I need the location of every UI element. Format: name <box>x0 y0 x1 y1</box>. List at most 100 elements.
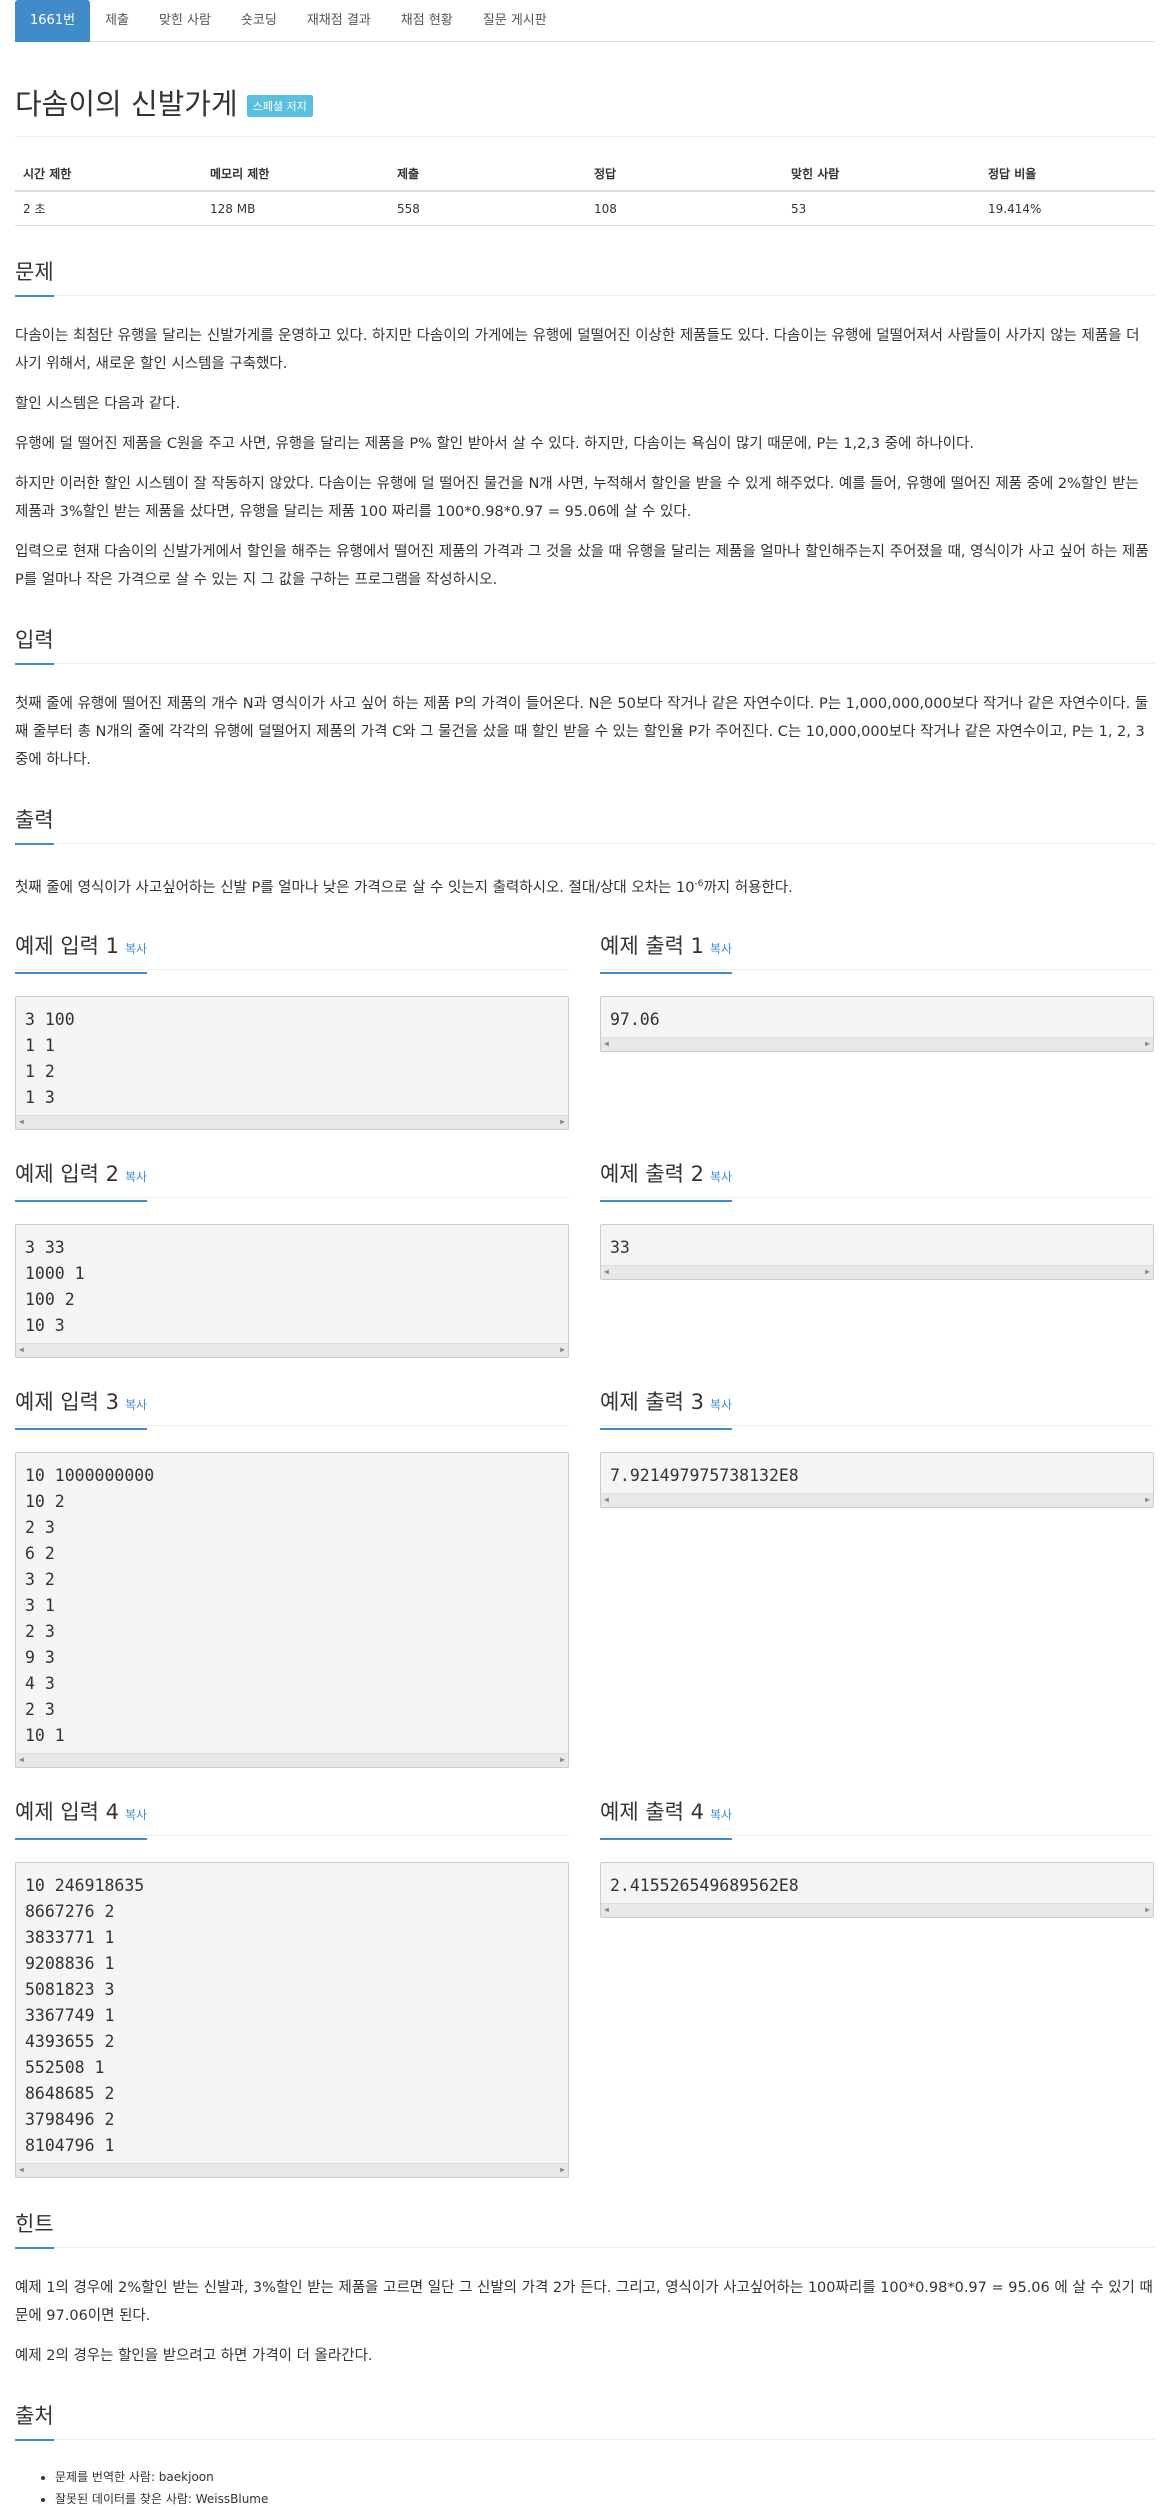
tab-rejudge-results[interactable]: 재채점 결과 <box>292 0 386 42</box>
sample-input-line: 8648685 2 <box>25 2083 115 2103</box>
sample-input-title-text: 예제 입력 4 <box>15 1799 119 1824</box>
scroll-right-icon[interactable]: ▶ <box>1145 1259 1150 1285</box>
sample-input-box[interactable]: 3 33 1000 1 100 2 10 3 ◀ ▶ <box>15 1223 569 1358</box>
sample-input-title: 예제 입력 1 복사 <box>15 930 148 974</box>
scroll-right-icon[interactable]: ▶ <box>560 2157 565 2183</box>
info-accepted: 108 <box>586 191 783 226</box>
sample-input-line: 3 2 <box>25 1569 55 1589</box>
copy-input-button[interactable]: 복사 <box>125 1170 147 1184</box>
tab-short-coding[interactable]: 숏코딩 <box>226 0 292 42</box>
output-text-after: 까지 허용한다. <box>703 879 793 896</box>
sample-input-lines: 10 246918635 8667276 2 3833771 1 9208836 1 5… <box>16 1863 568 2163</box>
source-item: 잘못된 데이터를 찾은 사람: WeissBlume <box>55 2488 1155 2510</box>
copy-output-button[interactable]: 복사 <box>710 1398 732 1412</box>
sample-input-line: 4393655 2 <box>25 2031 115 2051</box>
sample-output-box[interactable]: 7.921497975738132E8 ◀ ▶ <box>600 1451 1154 1508</box>
sample-output-lines: 33 <box>601 1225 1153 1265</box>
info-header-solved-users: 맞힌 사람 <box>783 157 980 192</box>
sample-output-box[interactable]: 2.415526549689562E8 ◀ ▶ <box>600 1861 1154 1918</box>
copy-output-button[interactable]: 복사 <box>710 1170 732 1184</box>
horizontal-scrollbar[interactable]: ◀ ▶ <box>601 1264 1153 1279</box>
sample-input-line: 3833771 1 <box>25 1927 115 1947</box>
sample-input-title: 예제 입력 3 복사 <box>15 1386 148 1430</box>
sample-input-title: 예제 입력 2 복사 <box>15 1158 148 1202</box>
horizontal-scrollbar[interactable]: ◀ ▶ <box>16 1342 568 1357</box>
sample-output-title-text: 예제 출력 4 <box>600 1799 704 1824</box>
sample-input-line: 3 33 <box>25 1237 65 1257</box>
horizontal-scrollbar[interactable]: ◀ ▶ <box>601 1036 1153 1051</box>
sample-input-line: 8667276 2 <box>25 1901 115 1921</box>
sample-input-box[interactable]: 10 1000000000 10 2 2 3 6 2 3 2 3 1 2 3 9 3 4 3 2 … <box>15 1451 569 1768</box>
scroll-right-icon[interactable]: ▶ <box>1145 1487 1150 1513</box>
sample-input-title-text: 예제 입력 2 <box>15 1161 119 1186</box>
sample-output-column: 예제 출력 3 복사 7.921497975738132E8 ◀ ▶ <box>600 1358 1154 1768</box>
input-section-headline: 입력 <box>15 624 1155 665</box>
hint-section-title: 힌트 <box>15 2208 54 2249</box>
info-header-submissions: 제출 <box>389 157 586 192</box>
scroll-left-icon[interactable]: ◀ <box>604 1031 609 1057</box>
title-row: 다솜이의 신발가게 스페셜 저지 <box>15 80 1155 137</box>
problem-section-headline: 문제 <box>15 256 1155 297</box>
info-memory-limit: 128 MB <box>202 191 389 226</box>
sample-input-column: 예제 입력 2 복사 3 33 1000 1 100 2 10 3 ◀ ▶ <box>15 1130 569 1358</box>
sample-input-title: 예제 입력 4 복사 <box>15 1796 148 1840</box>
scroll-left-icon[interactable]: ◀ <box>604 1897 609 1923</box>
sample-input-column: 예제 입력 1 복사 3 100 1 1 1 2 1 3 ◀ ▶ <box>15 902 569 1130</box>
scroll-right-icon[interactable]: ▶ <box>1145 1031 1150 1057</box>
copy-output-button[interactable]: 복사 <box>710 942 732 956</box>
sample-output-line: 2.415526549689562E8 <box>610 1875 799 1895</box>
tab-judge-status[interactable]: 채점 현황 <box>386 0 468 42</box>
copy-input-button[interactable]: 복사 <box>125 1398 147 1412</box>
sample-input-line: 1 1 <box>25 1035 55 1055</box>
horizontal-scrollbar[interactable]: ◀ ▶ <box>601 1902 1153 1917</box>
sample-input-box[interactable]: 3 100 1 1 1 2 1 3 ◀ ▶ <box>15 995 569 1130</box>
sample-input-line: 100 2 <box>25 1289 75 1309</box>
output-description: 첫째 줄에 영식이가 사고싶어하는 신발 P를 얼마나 낮은 가격으로 살 수 … <box>15 870 1155 902</box>
sample-input-line: 10 3 <box>25 1315 65 1335</box>
scroll-left-icon[interactable]: ◀ <box>19 2157 24 2183</box>
problem-tabs: 1661번 제출 맞힌 사람 숏코딩 재채점 결과 채점 현황 질문 게시판 <box>15 0 1155 42</box>
sample-output-lines: 2.415526549689562E8 <box>601 1863 1153 1903</box>
copy-output-button[interactable]: 복사 <box>710 1808 732 1822</box>
problem-paragraph: 입력으로 현재 다솜이의 신발가게에서 할인을 해주는 유행에서 떨어진 제품의… <box>15 544 1149 588</box>
sample-output-title: 예제 출력 1 복사 <box>600 930 733 974</box>
sample-input-box[interactable]: 10 246918635 8667276 2 3833771 1 9208836 1 5… <box>15 1861 569 2178</box>
problem-paragraph: 하지만 이러한 할인 시스템이 잘 작동하지 않았다. 다솜이는 유행에 덜 떨… <box>15 476 1139 520</box>
horizontal-scrollbar[interactable]: ◀ ▶ <box>16 1114 568 1129</box>
special-judge-badge[interactable]: 스페셜 저지 <box>246 95 313 117</box>
scroll-left-icon[interactable]: ◀ <box>604 1487 609 1513</box>
source-item: 문제를 번역한 사람: baekjoon <box>55 2466 1155 2488</box>
sample-input-line: 9 3 <box>25 1647 55 1667</box>
sample-output-box[interactable]: 33 ◀ ▶ <box>600 1223 1154 1280</box>
tab-solved-users[interactable]: 맞힌 사람 <box>144 0 226 42</box>
sample-input-line: 10 2 <box>25 1491 65 1511</box>
sample-output-box[interactable]: 97.06 ◀ ▶ <box>600 995 1154 1052</box>
sample-input-column: 예제 입력 3 복사 10 1000000000 10 2 2 3 6 2 3 2 3 1 2 … <box>15 1358 569 1768</box>
sample-input-headline: 예제 입력 1 복사 <box>15 930 569 974</box>
scroll-left-icon[interactable]: ◀ <box>604 1259 609 1285</box>
horizontal-scrollbar[interactable]: ◀ ▶ <box>16 2162 568 2177</box>
info-header-row: 시간 제한 메모리 제한 제출 정답 맞힌 사람 정답 비율 <box>15 157 1155 192</box>
horizontal-scrollbar[interactable]: ◀ ▶ <box>16 1752 568 1767</box>
scroll-right-icon[interactable]: ▶ <box>1145 1897 1150 1923</box>
tab-question-board[interactable]: 질문 게시판 <box>468 0 562 42</box>
sample-output-lines: 7.921497975738132E8 <box>601 1453 1153 1493</box>
sample-output-lines: 97.06 <box>601 997 1153 1037</box>
tab-submit[interactable]: 제출 <box>90 0 144 42</box>
source-section-headline: 출처 <box>15 2400 1155 2441</box>
sample-input-column: 예제 입력 4 복사 10 246918635 8667276 2 3833771 1 9… <box>15 1768 569 2178</box>
sample-output-line: 7.921497975738132E8 <box>610 1465 799 1485</box>
sample-input-line: 3367749 1 <box>25 2005 115 2025</box>
copy-input-button[interactable]: 복사 <box>125 1808 147 1822</box>
sample-input-line: 2 3 <box>25 1621 55 1641</box>
tab-problem[interactable]: 1661번 <box>15 0 91 42</box>
horizontal-scrollbar[interactable]: ◀ ▶ <box>601 1492 1153 1507</box>
sample-input-line: 4 3 <box>25 1673 55 1693</box>
copy-input-button[interactable]: 복사 <box>125 942 147 956</box>
page-title: 다솜이의 신발가게 <box>15 87 238 121</box>
sample-output-title: 예제 출력 3 복사 <box>600 1386 733 1430</box>
sample-input-line: 10 246918635 <box>25 1875 145 1895</box>
info-solved-users: 53 <box>783 191 980 226</box>
source-list: 문제를 번역한 사람: baekjoon 잘못된 데이터를 찾은 사람: Wei… <box>15 2466 1155 2510</box>
sample-input-headline: 예제 입력 3 복사 <box>15 1386 569 1430</box>
